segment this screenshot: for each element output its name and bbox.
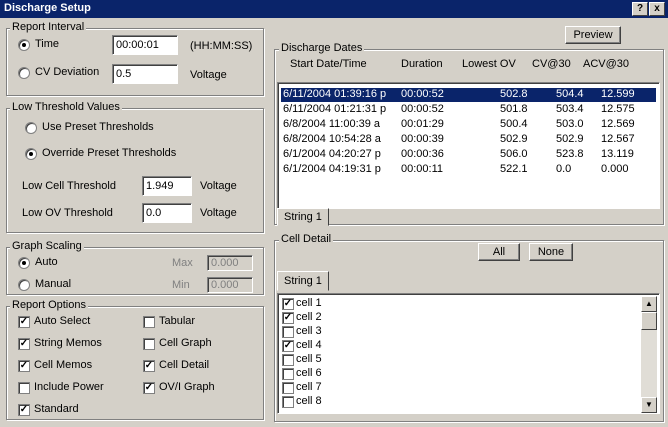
low-cell-threshold-input[interactable]: 1.949: [142, 176, 192, 196]
max-input[interactable]: 0.000: [207, 255, 253, 271]
discharge-dates-list[interactable]: 6/11/2004 01:39:16 p 00:00:52 502.8 504.…: [277, 82, 660, 209]
tabular-label: Tabular: [159, 315, 196, 327]
scroll-thumb[interactable]: [641, 312, 657, 330]
tab-string-1-cells[interactable]: String 1: [277, 271, 329, 291]
min-label: Min: [172, 279, 190, 291]
col-start-date: Start Date/Time: [290, 58, 367, 70]
cv-deviation-unit: Voltage: [190, 69, 227, 81]
report-options-legend: Report Options: [10, 299, 88, 311]
cell-graph-label: Cell Graph: [159, 337, 212, 349]
cv-deviation-label: CV Deviation: [35, 66, 100, 78]
time-input[interactable]: 00:00:01: [112, 35, 178, 55]
col-duration: Duration: [401, 58, 443, 70]
table-row[interactable]: 6/8/2004 11:00:39 a 00:01:29 500.4 503.0…: [281, 118, 656, 132]
cell-detail-legend: Cell Detail: [279, 233, 334, 245]
table-row[interactable]: 6/1/2004 04:20:27 p 00:00:36 506.0 523.8…: [281, 148, 656, 162]
cell-6-checkbox[interactable]: [282, 368, 294, 380]
cell-1-checkbox[interactable]: ✓: [282, 298, 294, 310]
auto-select-label: Auto Select: [34, 315, 91, 327]
cell-list[interactable]: ✓ cell 1 ✓ cell 2 cell 3 ✓ cell 4 cell 5 ce…: [277, 293, 660, 414]
ovi-graph-label: OV/I Graph: [159, 381, 215, 393]
standard-checkbox[interactable]: ✓: [18, 404, 30, 416]
cell-2-checkbox[interactable]: ✓: [282, 312, 294, 324]
close-button[interactable]: x: [649, 2, 665, 16]
cv-deviation-input[interactable]: 0.5: [112, 64, 178, 84]
help-button[interactable]: ?: [632, 2, 648, 16]
title-bar: Discharge Setup ? x: [0, 0, 668, 18]
standard-label: Standard: [34, 403, 79, 415]
low-ov-threshold-label: Low OV Threshold: [22, 207, 113, 219]
table-row[interactable]: 6/11/2004 01:39:16 p 00:00:52 502.8 504.…: [280, 87, 657, 103]
cell-detail-checkbox[interactable]: ✓: [143, 360, 155, 372]
low-ov-threshold-unit: Voltage: [200, 207, 237, 219]
time-radio[interactable]: [18, 39, 30, 51]
table-row[interactable]: 6/8/2004 10:54:28 a 00:00:39 502.9 502.9…: [281, 133, 656, 147]
ovi-graph-checkbox[interactable]: ✓: [143, 382, 155, 394]
use-preset-radio[interactable]: [25, 122, 37, 134]
cell-5-checkbox[interactable]: [282, 354, 294, 366]
cell-8-checkbox[interactable]: [282, 396, 294, 408]
string-memos-checkbox[interactable]: ✓: [18, 338, 30, 350]
low-cell-threshold-label: Low Cell Threshold: [22, 180, 116, 192]
string-memos-label: String Memos: [34, 337, 102, 349]
min-input[interactable]: 0.000: [207, 277, 253, 293]
all-button[interactable]: All: [478, 243, 520, 261]
auto-radio[interactable]: [18, 257, 30, 269]
tab-string-1-dates[interactable]: String 1: [277, 208, 329, 226]
auto-label: Auto: [35, 256, 58, 268]
window-title: Discharge Setup: [4, 2, 91, 14]
scroll-up-arrow-icon[interactable]: ▲: [641, 296, 657, 312]
manual-radio[interactable]: [18, 279, 30, 291]
time-unit: (HH:MM:SS): [190, 40, 253, 52]
report-interval-legend: Report Interval: [10, 21, 87, 33]
col-cv30: CV@30: [532, 58, 571, 70]
cell-detail-label: Cell Detail: [159, 359, 210, 371]
none-button[interactable]: None: [529, 243, 573, 261]
cell-list-scrollbar[interactable]: ▲ ▼: [641, 296, 657, 413]
cv-deviation-radio[interactable]: [18, 67, 30, 79]
cell-memos-checkbox[interactable]: ✓: [18, 360, 30, 372]
cell-memos-label: Cell Memos: [34, 359, 93, 371]
discharge-dates-legend: Discharge Dates: [279, 42, 365, 54]
table-row[interactable]: 6/1/2004 04:19:31 p 00:00:11 522.1 0.0 0…: [281, 163, 656, 177]
cell-3-checkbox[interactable]: [282, 326, 294, 338]
tabular-checkbox[interactable]: [143, 316, 155, 328]
col-lowest-ov: Lowest OV: [462, 58, 516, 70]
low-ov-threshold-input[interactable]: 0.0: [142, 203, 192, 223]
col-acv30: ACV@30: [583, 58, 630, 70]
override-preset-label: Override Preset Thresholds: [42, 147, 177, 159]
use-preset-label: Use Preset Thresholds: [42, 121, 154, 133]
low-cell-threshold-unit: Voltage: [200, 180, 237, 192]
table-row[interactable]: 6/11/2004 01:21:31 p 00:00:52 501.8 503.…: [281, 103, 656, 117]
cell-7-checkbox[interactable]: [282, 382, 294, 394]
max-label: Max: [172, 257, 193, 269]
include-power-label: Include Power: [34, 381, 104, 393]
time-label: Time: [35, 38, 60, 50]
auto-select-checkbox[interactable]: ✓: [18, 316, 30, 328]
preview-button[interactable]: Preview: [565, 26, 621, 44]
manual-label: Manual: [35, 278, 72, 290]
low-threshold-legend: Low Threshold Values: [10, 101, 122, 113]
include-power-checkbox[interactable]: [18, 382, 30, 394]
scroll-down-arrow-icon[interactable]: ▼: [641, 397, 657, 413]
override-preset-radio[interactable]: [25, 148, 37, 160]
graph-scaling-legend: Graph Scaling: [10, 240, 84, 252]
cell-graph-checkbox[interactable]: [143, 338, 155, 350]
cell-4-checkbox[interactable]: ✓: [282, 340, 294, 352]
